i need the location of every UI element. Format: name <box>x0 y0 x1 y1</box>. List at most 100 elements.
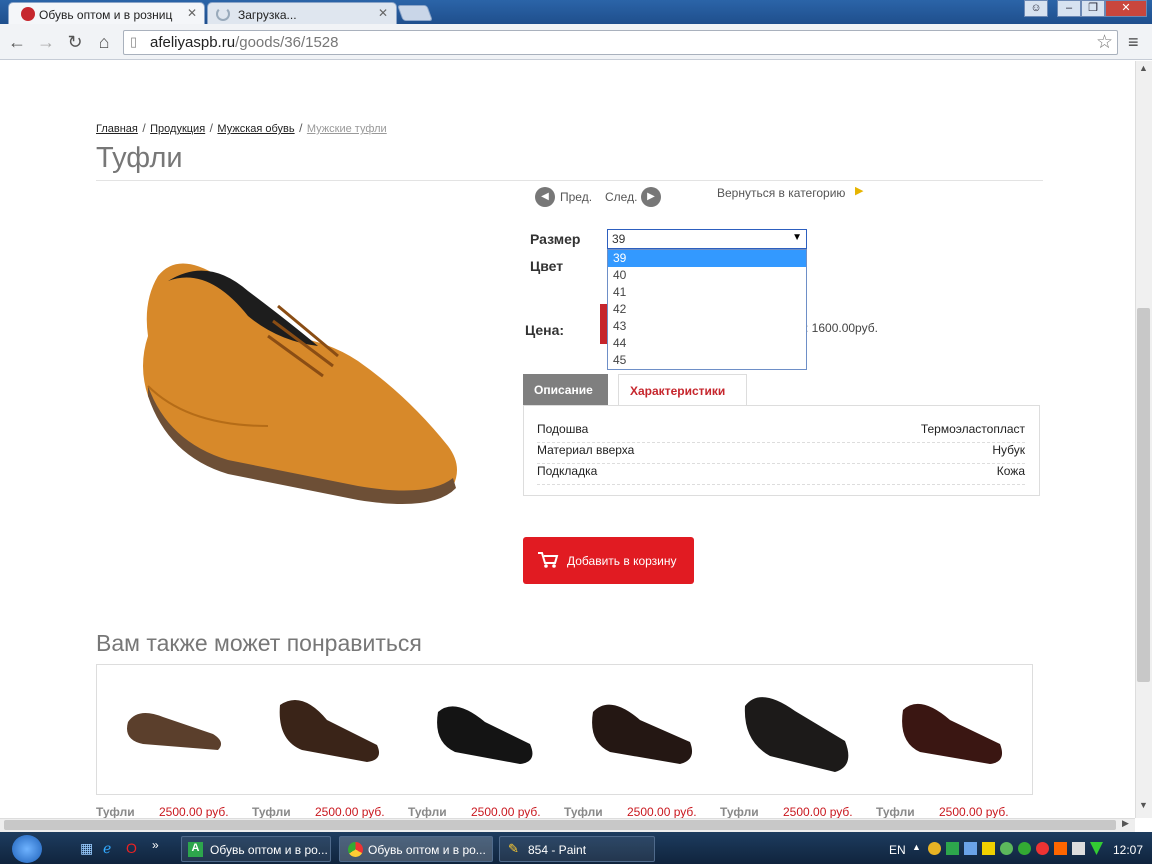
size-select-value: 39 <box>612 232 626 246</box>
forward-arrow-icon[interactable]: → <box>35 32 57 53</box>
size-option[interactable]: 41 <box>608 284 806 301</box>
bookmark-star-icon[interactable]: ☆ <box>1096 31 1113 54</box>
related-item-price: 2500.00 руб. <box>939 805 1009 819</box>
related-item-name[interactable]: Туфли <box>564 805 603 819</box>
volume-icon[interactable] <box>1072 842 1085 855</box>
breadcrumb-current[interactable]: Мужские туфли <box>307 123 387 135</box>
scroll-down-icon[interactable]: ▼ <box>1139 800 1148 810</box>
characteristic-row: Материал вверха Нубук <box>537 443 1025 464</box>
add-to-cart-label: Добавить в корзину <box>567 554 677 568</box>
scroll-up-icon[interactable]: ▲ <box>1139 63 1148 73</box>
home-icon[interactable]: ⌂ <box>93 32 115 53</box>
related-item-name[interactable]: Туфли <box>876 805 915 819</box>
app-icon: A <box>188 842 203 857</box>
characteristic-row: Подошва Термоэластопласт <box>537 422 1025 443</box>
site-favicon-icon <box>21 7 35 21</box>
caret-right-icon: ▶ <box>855 185 864 197</box>
size-option[interactable]: 40 <box>608 267 806 284</box>
prev-arrow-icon[interactable]: ◀ <box>535 187 555 207</box>
url-path: /goods/36/1528 <box>235 34 339 51</box>
clock[interactable]: 12:07 <box>1113 843 1143 857</box>
characteristic-name: Материал вверха <box>537 443 635 457</box>
related-item-price: 2500.00 руб. <box>783 805 853 819</box>
profile-icon[interactable]: ☺ <box>1024 0 1048 17</box>
related-item-price: 2500.00 руб. <box>471 805 541 819</box>
tray-app-icon[interactable] <box>1054 842 1067 855</box>
tray-app-icon[interactable] <box>946 842 959 855</box>
price-label: Цена: <box>525 322 565 338</box>
related-product-image[interactable] <box>430 692 540 772</box>
vertical-scroll-thumb[interactable] <box>1137 308 1150 682</box>
size-option[interactable]: 42 <box>608 301 806 318</box>
related-item-name[interactable]: Туфли <box>720 805 759 819</box>
related-product-image[interactable] <box>272 690 387 770</box>
size-option[interactable]: 45 <box>608 352 806 369</box>
tab-characteristics[interactable]: Характеристики <box>618 374 747 406</box>
loading-spinner-icon <box>216 7 230 21</box>
breadcrumb-home[interactable]: Главная <box>96 123 138 135</box>
overflow-icon[interactable]: » <box>152 838 159 852</box>
url-text[interactable]: afeliyaspb.ru/goods/36/1528 <box>150 34 339 51</box>
url-host: afeliyaspb.ru <box>150 34 236 51</box>
product-image <box>143 263 457 504</box>
taskbar-item[interactable]: Обувь оптом и в ро... <box>339 836 493 862</box>
next-link[interactable]: След. <box>605 190 637 204</box>
ie-icon[interactable]: ℯ <box>103 840 111 857</box>
maximize-button[interactable]: ❐ <box>1081 0 1105 17</box>
page-icon: ▯ <box>130 34 138 49</box>
tray-app-icon[interactable] <box>1000 842 1013 855</box>
start-button[interactable] <box>12 835 42 863</box>
related-title: Вам также может понравиться <box>96 630 422 656</box>
characteristic-value: Термоэластопласт <box>920 422 1025 436</box>
tray-app-icon[interactable] <box>928 842 941 855</box>
network-icon[interactable] <box>964 842 977 855</box>
breadcrumb: Главная / Продукция / Мужская обувь / Му… <box>96 119 387 137</box>
tray-app-icon[interactable] <box>1036 842 1049 855</box>
taskbar-item-label: Обувь оптом и в ро... <box>368 843 486 857</box>
size-option[interactable]: 44 <box>608 335 806 352</box>
horizontal-scroll-thumb[interactable] <box>4 820 1116 830</box>
related-item-name[interactable]: Туфли <box>408 805 447 819</box>
size-select[interactable]: 39 ▼ <box>607 229 807 249</box>
prev-link[interactable]: Пред. <box>560 190 592 204</box>
related-item-name[interactable]: Туфли <box>96 805 135 819</box>
tab-description[interactable]: Описание <box>523 374 608 406</box>
menu-icon[interactable]: ≡ <box>1128 32 1139 53</box>
tray-expand-icon[interactable]: ▲ <box>912 842 921 852</box>
add-to-cart-button[interactable]: Добавить в корзину <box>523 537 694 584</box>
show-desktop-icon[interactable]: ▦ <box>80 840 93 857</box>
close-window-button[interactable]: ✕ <box>1105 0 1147 17</box>
language-indicator[interactable]: EN <box>889 843 906 857</box>
related-product-image[interactable] <box>740 686 855 778</box>
back-arrow-icon[interactable]: ← <box>6 32 28 53</box>
size-option[interactable]: 39 <box>608 250 806 267</box>
chevron-down-icon: ▼ <box>792 232 802 243</box>
color-label: Цвет <box>530 258 564 274</box>
breadcrumb-separator: / <box>299 121 303 135</box>
size-dropdown-list[interactable]: 39 40 41 42 43 44 45 <box>607 249 807 370</box>
related-product-image[interactable] <box>895 692 1010 772</box>
taskbar-item[interactable]: A Обувь оптом и в ро... <box>181 836 331 862</box>
tab-shoes[interactable]: Обувь оптом и в розниц <box>8 2 205 24</box>
breadcrumb-mens-shoes[interactable]: Мужская обувь <box>217 123 294 135</box>
warning-icon[interactable] <box>982 842 995 855</box>
tab-close-icon[interactable]: ✕ <box>378 6 388 20</box>
related-product-image[interactable] <box>585 692 700 772</box>
taskbar-item[interactable]: ✎ 854 - Paint <box>499 836 655 862</box>
reload-icon[interactable]: ↻ <box>64 32 86 53</box>
next-arrow-icon[interactable]: ▶ <box>641 187 661 207</box>
breadcrumb-products[interactable]: Продукция <box>150 123 205 135</box>
size-option[interactable]: 43 <box>608 318 806 335</box>
new-tab-button[interactable] <box>397 5 433 21</box>
tray-app-icon[interactable] <box>1018 842 1031 855</box>
opera-icon[interactable]: O <box>126 840 137 856</box>
tab-close-icon[interactable]: ✕ <box>187 6 197 20</box>
scroll-right-icon[interactable]: ▶ <box>1122 818 1129 829</box>
tab-loading[interactable]: Загрузка... <box>207 2 397 24</box>
minimize-button[interactable]: – <box>1057 0 1081 17</box>
paint-icon: ✎ <box>508 841 519 856</box>
characteristic-name: Подошва <box>537 422 589 436</box>
back-to-category-link[interactable]: Вернуться в категорию <box>717 186 845 200</box>
related-product-image[interactable] <box>118 692 228 762</box>
related-item-name[interactable]: Туфли <box>252 805 291 819</box>
